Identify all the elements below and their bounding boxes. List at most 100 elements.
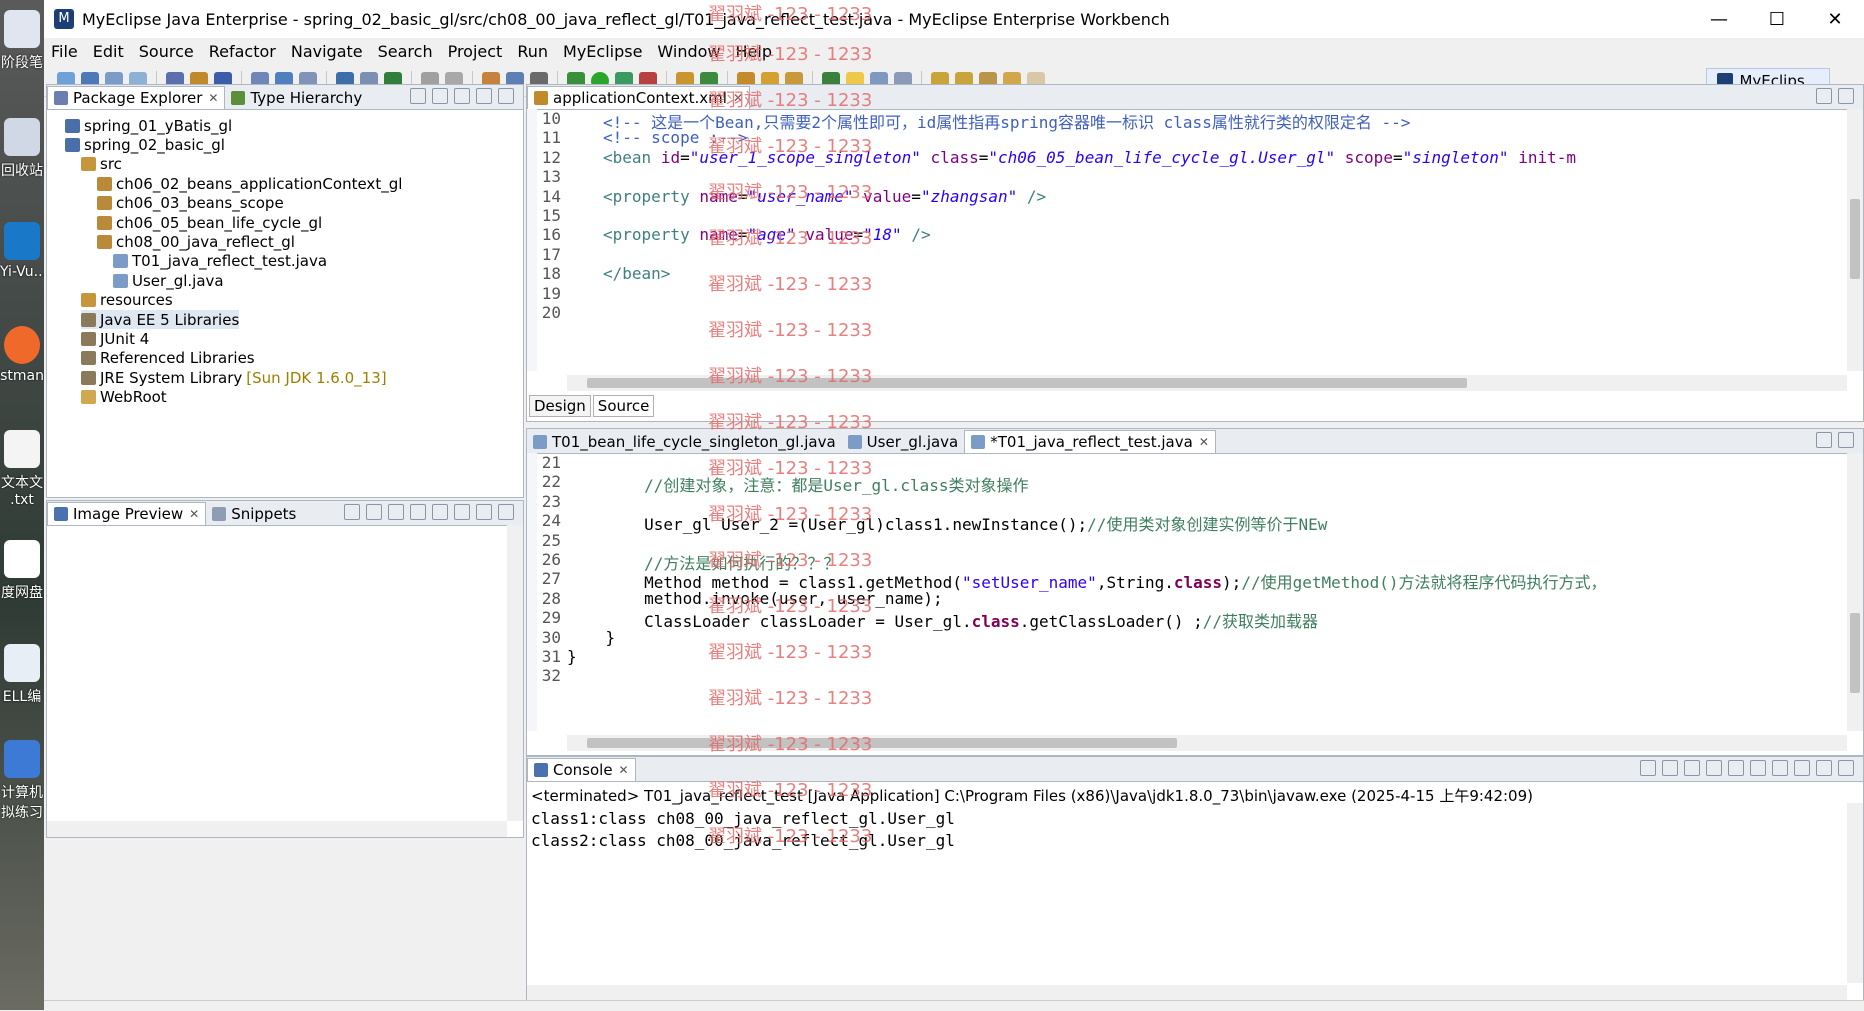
desktop-icon[interactable]: 回收站 bbox=[0, 118, 44, 180]
tab-t01-java-reflect-test[interactable]: *T01_java_reflect_test.java ✕ bbox=[964, 430, 1216, 453]
code-line[interactable]: } bbox=[567, 647, 577, 666]
menu-help[interactable]: Help bbox=[736, 42, 772, 61]
code-line[interactable]: User_gl User_2 =(User_gl)class1.newInsta… bbox=[567, 511, 1327, 535]
console-horizontal-scrollbar[interactable] bbox=[527, 985, 1847, 1001]
link-editor-icon[interactable] bbox=[432, 88, 448, 104]
code-line[interactable]: <bean id="user_1_scope_singleton" class=… bbox=[603, 148, 1576, 167]
code-line[interactable]: <property name="age" value="18" /> bbox=[603, 225, 931, 244]
menu-source[interactable]: Source bbox=[139, 42, 194, 61]
tab-design[interactable]: Design bbox=[529, 395, 591, 417]
menu-window[interactable]: Window bbox=[657, 42, 720, 61]
code-line[interactable]: <property name="user_name" value="zhangs… bbox=[603, 187, 1046, 206]
actual-size-icon[interactable] bbox=[432, 504, 448, 520]
clear-console-icon[interactable] bbox=[1706, 760, 1722, 776]
tab-application-context-xml[interactable]: applicationContext.xml ✕ bbox=[527, 86, 750, 109]
xml-source-text[interactable]: 10 <!-- 这是一个Bean,只需要2个属性即可，id属性指再spring容器… bbox=[527, 109, 1827, 371]
tab-image-preview[interactable]: Image Preview ✕ bbox=[47, 502, 207, 525]
zoom-in-icon[interactable] bbox=[410, 504, 426, 520]
menu-myeclipse[interactable]: MyEclipse bbox=[563, 42, 642, 61]
tree-item[interactable]: T01_java_reflect_test.java bbox=[113, 252, 327, 271]
tree-item[interactable]: spring_01_yBatis_gl bbox=[65, 116, 232, 135]
desktop-icon[interactable]: stman bbox=[0, 326, 44, 384]
view-menu-icon[interactable] bbox=[454, 504, 470, 520]
tree-item[interactable]: spring_02_basic_gl bbox=[65, 135, 225, 154]
maximize-view-icon[interactable] bbox=[498, 88, 514, 104]
minimize-button[interactable]: — bbox=[1690, 0, 1748, 38]
java-source-text[interactable]: 21 22 //创建对象，注意：都是User_gl.class类对象操作 23 24 … bbox=[527, 453, 1827, 731]
menu-search[interactable]: Search bbox=[378, 42, 433, 61]
maximize-view-icon[interactable] bbox=[498, 504, 514, 520]
java-vertical-scrollbar[interactable] bbox=[1847, 453, 1863, 731]
minimize-view-icon[interactable] bbox=[476, 88, 492, 104]
tab-package-explorer[interactable]: Package Explorer ✕ bbox=[47, 86, 226, 109]
tab-type-hierarchy[interactable]: Type Hierarchy bbox=[225, 87, 368, 109]
refresh-icon[interactable] bbox=[344, 504, 360, 520]
code-line[interactable]: <!-- scope :--> bbox=[603, 128, 748, 147]
maximize-view-icon[interactable] bbox=[1838, 432, 1854, 448]
desktop-icon[interactable]: 度网盘 bbox=[0, 540, 44, 602]
zoom-out-icon[interactable] bbox=[388, 504, 404, 520]
tree-item[interactable]: src bbox=[81, 155, 122, 174]
desktop-icon[interactable]: 阶段笔 bbox=[0, 10, 44, 72]
tree-item[interactable]: Java EE 5 Libraries bbox=[81, 310, 240, 329]
minimize-view-icon[interactable] bbox=[1816, 432, 1832, 448]
menu-edit[interactable]: Edit bbox=[93, 42, 124, 61]
minimize-view-icon[interactable] bbox=[476, 504, 492, 520]
preview-horizontal-scrollbar[interactable] bbox=[47, 821, 507, 837]
tree-item[interactable]: Referenced Libraries bbox=[81, 349, 255, 368]
xml-horizontal-scrollbar[interactable] bbox=[567, 375, 1847, 391]
terminate-icon[interactable] bbox=[1640, 760, 1656, 776]
console-vertical-scrollbar[interactable] bbox=[1847, 803, 1863, 983]
tree-item[interactable]: User_gl.java bbox=[113, 271, 224, 290]
tree-item[interactable]: ch06_02_beans_applicationContext_gl bbox=[97, 174, 402, 193]
maximize-view-icon[interactable] bbox=[1838, 760, 1854, 776]
code-line[interactable]: ClassLoader classLoader = User_gl.class.… bbox=[567, 608, 1318, 632]
tree-item[interactable]: resources bbox=[81, 291, 173, 310]
open-console-icon[interactable] bbox=[1794, 760, 1810, 776]
maximize-button[interactable]: ☐ bbox=[1748, 0, 1806, 38]
pin-console-icon[interactable] bbox=[1750, 760, 1766, 776]
close-tab-icon[interactable]: ✕ bbox=[619, 763, 629, 777]
minimize-view-icon[interactable] bbox=[1816, 760, 1832, 776]
tab-snippets[interactable]: Snippets bbox=[206, 503, 302, 525]
tree-item[interactable]: JUnit 4 bbox=[81, 329, 149, 348]
menu-run[interactable]: Run bbox=[517, 42, 548, 61]
tree-item[interactable]: ch06_03_beans_scope bbox=[97, 194, 284, 213]
menu-file[interactable]: File bbox=[51, 42, 78, 61]
tree-item[interactable]: WebRoot bbox=[81, 388, 167, 407]
menu-refactor[interactable]: Refactor bbox=[209, 42, 276, 61]
close-tab-icon[interactable]: ✕ bbox=[189, 507, 199, 521]
collapse-all-icon[interactable] bbox=[410, 88, 426, 104]
close-tab-icon[interactable]: ✕ bbox=[208, 91, 218, 105]
menu-project[interactable]: Project bbox=[448, 42, 503, 61]
zoom-fit-icon[interactable] bbox=[366, 504, 382, 520]
preview-vertical-scrollbar[interactable] bbox=[507, 525, 523, 821]
tab-user-gl[interactable]: User_gl.java bbox=[842, 431, 965, 453]
code-line[interactable]: </bean> bbox=[603, 264, 670, 283]
tree-item[interactable]: JRE System Library [Sun JDK 1.6.0_13] bbox=[81, 368, 387, 387]
maximize-view-icon[interactable] bbox=[1838, 88, 1854, 104]
view-menu-icon[interactable] bbox=[454, 88, 470, 104]
tab-source[interactable]: Source bbox=[592, 395, 655, 417]
desktop-icon[interactable]: ELL编 bbox=[0, 644, 44, 706]
desktop-icon[interactable]: 计算机 拟练习 bbox=[0, 740, 44, 822]
code-line[interactable]: //创建对象，注意：都是User_gl.class类对象操作 bbox=[567, 472, 1029, 496]
menu-navigate[interactable]: Navigate bbox=[291, 42, 363, 61]
java-horizontal-scrollbar[interactable] bbox=[567, 735, 1847, 751]
close-button[interactable]: ✕ bbox=[1806, 0, 1864, 38]
display-console-icon[interactable] bbox=[1772, 760, 1788, 776]
tab-t01-bean-life-cycle[interactable]: T01_bean_life_cycle_singleton_gl.java bbox=[527, 431, 842, 453]
minimize-view-icon[interactable] bbox=[1816, 88, 1832, 104]
xml-vertical-scrollbar[interactable] bbox=[1847, 109, 1863, 371]
close-tab-icon[interactable]: ✕ bbox=[733, 91, 743, 105]
scroll-lock-icon[interactable] bbox=[1728, 760, 1744, 776]
remove-all-icon[interactable] bbox=[1684, 760, 1700, 776]
tree-item[interactable]: ch06_05_bean_life_cycle_gl bbox=[97, 213, 322, 232]
code-line[interactable]: method.invoke(user, user_name); bbox=[567, 589, 943, 608]
code-line[interactable]: } bbox=[567, 628, 616, 647]
desktop-icon[interactable]: 文本文 .txt bbox=[0, 430, 44, 508]
remove-launch-icon[interactable] bbox=[1662, 760, 1678, 776]
tree-item[interactable]: ch08_00_java_reflect_gl bbox=[97, 232, 295, 251]
close-tab-icon[interactable]: ✕ bbox=[1199, 435, 1209, 449]
desktop-icon[interactable]: Yi-Vu... bbox=[0, 222, 44, 280]
